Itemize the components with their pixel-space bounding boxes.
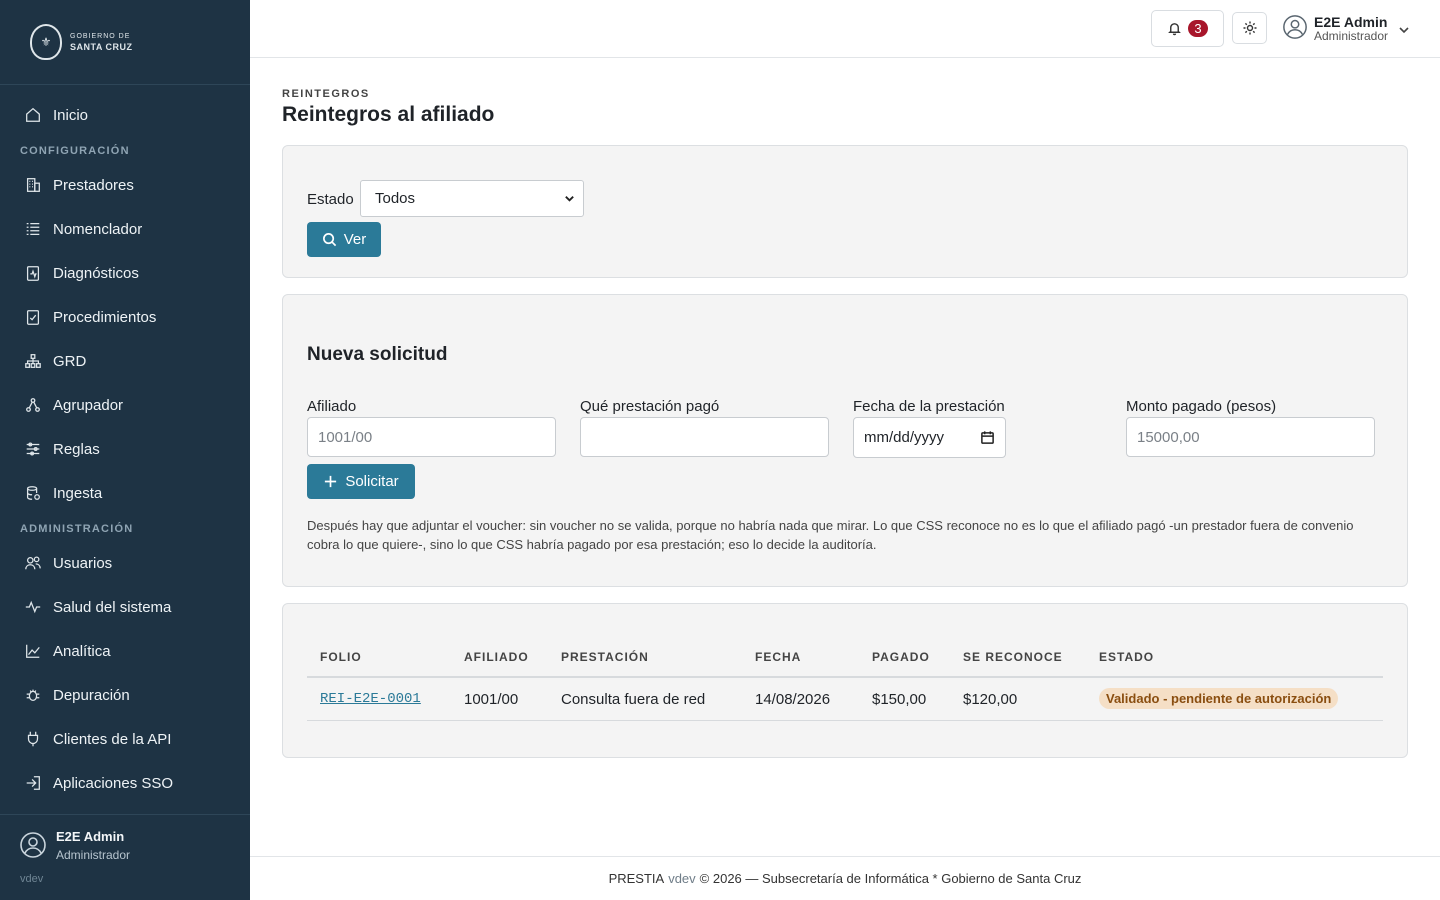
monto-label: Monto pagado (pesos) xyxy=(1126,398,1277,415)
sidebar-item-nomenclador[interactable]: Nomenclador xyxy=(0,207,250,251)
cell-afiliado: 1001/00 xyxy=(464,691,519,708)
login-icon xyxy=(23,773,43,793)
notification-count-badge: 3 xyxy=(1188,20,1208,37)
sidebar-item-reglas[interactable]: Reglas xyxy=(0,427,250,471)
afiliado-input[interactable]: 1001/00 xyxy=(307,417,556,457)
reintegros-table-card: FOLIO AFILIADO PRESTACIÓN FECHA PAGADO S… xyxy=(282,603,1408,758)
estado-select[interactable]: Todos xyxy=(360,180,584,217)
new-request-card: Nueva solicitud Afiliado 1001/00 Qué pre… xyxy=(282,294,1408,587)
cell-se-reconoce: $120,00 xyxy=(963,691,1018,708)
new-request-title: Nueva solicitud xyxy=(307,344,448,365)
bell-icon xyxy=(1168,23,1182,36)
status-badge: Validado - pendiente de autorización xyxy=(1099,688,1339,709)
home-icon xyxy=(23,105,43,125)
section-configuracion: CONFIGURACIÓN xyxy=(20,145,130,157)
col-afiliado[interactable]: AFILIADO xyxy=(464,650,529,664)
prestacion-label: Qué prestación pagó xyxy=(580,398,720,415)
building-icon xyxy=(23,175,43,195)
sidebar-user-role: Administrador xyxy=(56,848,131,862)
bug-icon xyxy=(23,685,43,705)
hierarchy-icon xyxy=(23,351,43,371)
calendar-icon[interactable] xyxy=(980,430,995,445)
folio-link[interactable]: REI-E2E-0001 xyxy=(320,691,421,707)
fecha-input[interactable]: mm/dd/yyyy xyxy=(853,417,1006,458)
cell-pagado: $150,00 xyxy=(872,691,927,708)
ver-button[interactable]: Ver xyxy=(307,222,381,257)
page-overline: REINTEGROS xyxy=(282,88,370,100)
prestacion-input[interactable] xyxy=(580,417,829,457)
footer: PRESTIA vdev © 2026 — Subsecretaría de I… xyxy=(250,856,1440,900)
sidebar-item-analitica[interactable]: Analítica xyxy=(0,629,250,673)
sidebar-item-salud-del-sistema[interactable]: Salud del sistema xyxy=(0,585,250,629)
col-se-reconoce[interactable]: SE RECONOCE xyxy=(963,650,1063,664)
col-folio[interactable]: FOLIO xyxy=(320,650,362,664)
cell-prestacion: Consulta fuera de red xyxy=(561,691,706,708)
col-prestacion[interactable]: PRESTACIÓN xyxy=(561,650,649,664)
help-text: Después hay que adjuntar el voucher: sin… xyxy=(307,518,1354,552)
monto-input[interactable]: 15000,00 xyxy=(1126,417,1375,457)
notifications-button[interactable]: 3 xyxy=(1151,10,1224,47)
solicitar-button[interactable]: Solicitar xyxy=(307,464,415,499)
sidebar-item-prestadores[interactable]: Prestadores xyxy=(0,163,250,207)
user-avatar-icon xyxy=(1282,14,1308,45)
footer-copyright: © 2026 — Subsecretaría de Informática * … xyxy=(699,871,1082,886)
reintegros-table: FOLIO AFILIADO PRESTACIÓN FECHA PAGADO S… xyxy=(307,644,1383,721)
estado-label: Estado xyxy=(307,191,354,208)
topbar-user-role: Administrador xyxy=(1314,29,1389,43)
user-menu[interactable]: E2E Admin Administrador xyxy=(1282,12,1410,46)
sidebar-nav: Inicio CONFIGURACIÓN Prestadores Nomencl… xyxy=(0,93,250,805)
sidebar-item-diagnosticos[interactable]: Diagnósticos xyxy=(0,251,250,295)
footer-product: PRESTIA xyxy=(608,871,665,886)
table-header: FOLIO AFILIADO PRESTACIÓN FECHA PAGADO S… xyxy=(307,644,1383,678)
group-icon xyxy=(23,395,43,415)
database-icon xyxy=(23,483,43,503)
chevron-down-icon xyxy=(565,196,574,202)
activity-icon xyxy=(23,597,43,617)
sidebar-item-depuracion[interactable]: Depuración xyxy=(0,673,250,717)
afiliado-label: Afiliado xyxy=(307,398,357,415)
brand-line-1: GOBIERNO DE xyxy=(70,33,131,40)
topbar-user-name: E2E Admin xyxy=(1314,14,1388,30)
user-avatar-icon xyxy=(19,831,47,859)
sidebar-item-grd[interactable]: GRD xyxy=(0,339,250,383)
table-row: REI-E2E-0001 1001/00 Consulta fuera de r… xyxy=(307,678,1383,721)
plug-icon xyxy=(23,729,43,749)
sidebar-user-card[interactable]: E2E Admin Administrador vdev xyxy=(0,814,250,900)
clipboard-check-icon xyxy=(23,307,43,327)
app-version: vdev xyxy=(20,873,44,885)
page-title: Reintegros al afiliado xyxy=(282,103,495,126)
sidebar: ⚜ GOBIERNO DE SANTA CRUZ Inicio CONFIGUR… xyxy=(0,0,250,900)
col-fecha[interactable]: FECHA xyxy=(755,650,801,664)
sun-icon xyxy=(1243,21,1256,35)
topbar: 3 E2E Admin Administrador xyxy=(250,0,1440,58)
government-seal-icon: ⚜ xyxy=(30,24,62,60)
sidebar-item-aplicaciones-sso[interactable]: Aplicaciones SSO xyxy=(0,761,250,805)
sidebar-item-agrupador[interactable]: Agrupador xyxy=(0,383,250,427)
col-estado[interactable]: ESTADO xyxy=(1099,650,1154,664)
filter-card: Estado Todos Ver xyxy=(282,145,1408,278)
sidebar-item-clientes-api[interactable]: Clientes de la API xyxy=(0,717,250,761)
list-icon xyxy=(23,219,43,239)
sidebar-item-ingesta[interactable]: Ingesta xyxy=(0,471,250,515)
brand-logo[interactable]: ⚜ GOBIERNO DE SANTA CRUZ xyxy=(0,0,250,85)
footer-version: vdev xyxy=(668,871,696,886)
chevron-down-icon xyxy=(1398,23,1410,35)
cell-fecha: 14/08/2026 xyxy=(755,691,831,708)
sidebar-item-procedimientos[interactable]: Procedimientos xyxy=(0,295,250,339)
fecha-label: Fecha de la prestación xyxy=(853,398,1005,415)
search-icon xyxy=(322,233,336,247)
brand-line-2: SANTA CRUZ xyxy=(70,42,133,52)
chart-line-icon xyxy=(23,641,43,661)
plus-icon xyxy=(325,475,337,488)
sidebar-user-name: E2E Admin xyxy=(56,829,125,844)
sidebar-item-usuarios[interactable]: Usuarios xyxy=(0,541,250,585)
col-pagado[interactable]: PAGADO xyxy=(872,650,930,664)
sidebar-item-inicio[interactable]: Inicio xyxy=(0,93,250,137)
section-administracion: ADMINISTRACIÓN xyxy=(20,523,134,535)
sliders-icon xyxy=(23,439,43,459)
users-icon xyxy=(23,553,43,573)
theme-toggle-button[interactable] xyxy=(1232,12,1267,44)
clipboard-pulse-icon xyxy=(23,263,43,283)
